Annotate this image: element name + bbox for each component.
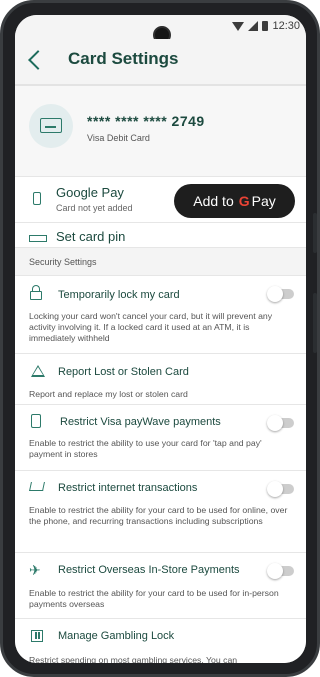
overseas-desc: Enable to restrict the ability for your … [29,588,279,609]
overseas-row: ✈ Restrict Overseas In-Store Payments En… [15,552,306,618]
report-lost-row[interactable]: Report Lost or Stolen Card Report and re… [15,353,306,404]
paywave-desc: Enable to restrict the ability to use yo… [29,438,262,459]
add-to-label: Add to [193,193,234,209]
lock-card-toggle[interactable] [267,286,294,302]
keypad-icon [29,235,47,242]
internet-toggle[interactable] [267,481,294,497]
google-pay-title: Google Pay [56,185,124,200]
paywave-toggle[interactable] [267,415,294,431]
screen: 12:30 Card Settings **** **** **** 2749 … [15,15,306,663]
pay-label: Pay [251,193,276,209]
card-icon-circle [29,104,73,148]
gambling-icon [31,630,43,642]
status-icons: 12:30 [232,20,300,32]
report-lost-title: Report Lost or Stolen Card [58,366,189,378]
google-pay-row: Google Pay Card not yet added Add to G P… [15,176,306,222]
card-icon [40,118,62,133]
set-pin-label: Set card pin [56,229,126,244]
report-lost-desc: Report and replace my lost or stolen car… [29,389,188,399]
card-summary: **** **** **** 2749 Visa Debit Card [15,86,306,176]
card-type: Visa Debit Card [87,133,150,143]
status-bar: 12:30 [15,15,306,44]
overseas-toggle[interactable] [267,563,294,579]
volume-button [313,213,317,253]
page-title: Card Settings [68,49,179,68]
internet-row: Restrict internet transactions Enable to… [15,470,306,552]
google-g-logo: G [238,193,250,209]
lock-card-row: Temporarily lock my card Locking your ca… [15,275,306,353]
overseas-title: Restrict Overseas In-Store Payments [58,564,240,576]
gambling-desc: Restrict spending on most gambling servi… [29,655,238,663]
status-time: 12:30 [272,20,300,32]
warning-icon [31,365,45,377]
add-to-google-pay-button[interactable]: Add to G Pay [174,184,295,218]
app-header: Card Settings [15,39,306,86]
phone-icon [33,192,41,205]
lock-card-title: Temporarily lock my card [58,289,180,301]
lock-icon [30,285,42,300]
card-number: **** **** **** 2749 [87,113,205,129]
wifi-icon [232,21,245,31]
battery-icon [262,21,269,31]
set-pin-row[interactable]: Set card pin [15,222,306,247]
google-pay-status: Card not yet added [56,203,133,213]
internet-desc: Enable to restrict the ability for your … [29,505,288,526]
section-label: Security Settings [29,257,97,267]
lock-card-desc: Locking your card won't cancel your card… [29,311,273,343]
power-button [313,293,317,353]
cart-icon [29,482,45,491]
gambling-row[interactable]: Manage Gambling Lock Restrict spending o… [15,618,306,663]
gambling-title: Manage Gambling Lock [58,630,175,642]
airplane-icon: ✈ [29,562,41,578]
tap-card-icon [31,414,41,428]
internet-title: Restrict internet transactions [58,482,198,494]
paywave-row: Restrict Visa payWave payments Enable to… [15,404,306,470]
back-arrow-icon[interactable] [28,50,48,70]
device-frame: 12:30 Card Settings **** **** **** 2749 … [0,0,320,677]
security-section-header: Security Settings [15,247,306,276]
signal-icon [248,21,259,31]
paywave-title: Restrict Visa payWave payments [60,416,221,428]
